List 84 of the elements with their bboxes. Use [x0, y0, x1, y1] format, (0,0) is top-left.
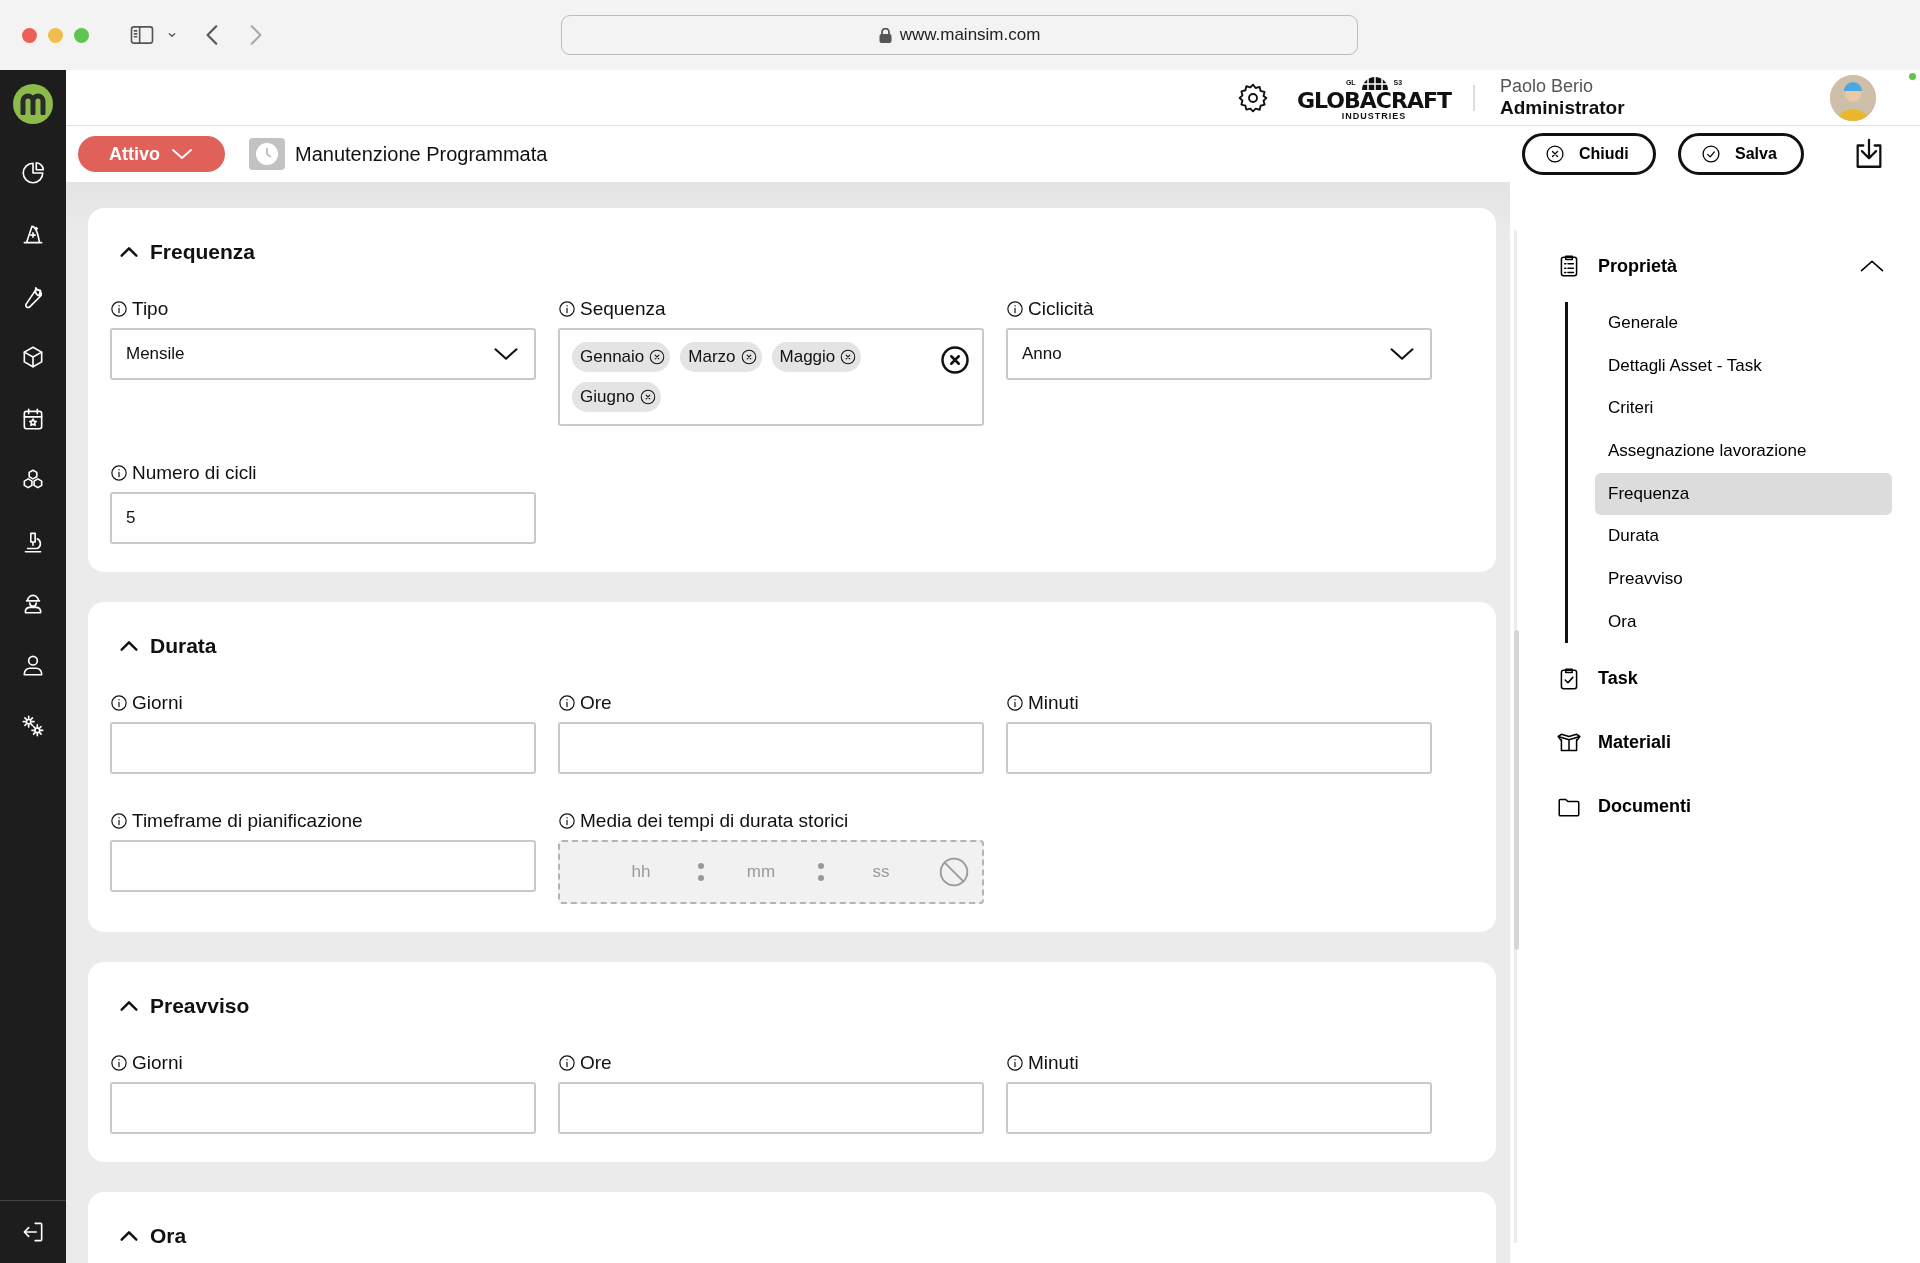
- nav-item[interactable]: Ora: [1595, 600, 1892, 643]
- field-label: Giorni: [132, 692, 183, 714]
- input-field[interactable]: [1006, 722, 1432, 774]
- check-circle-icon: [1701, 144, 1721, 164]
- nav-group[interactable]: Proprietà: [1531, 250, 1892, 282]
- month-tag[interactable]: Maggio: [771, 342, 862, 372]
- section-title[interactable]: Frequenza: [150, 240, 256, 264]
- nav-item[interactable]: Frequenza: [1595, 472, 1892, 515]
- status-dropdown[interactable]: Attivo: [78, 136, 225, 172]
- input-field[interactable]: [1006, 1082, 1432, 1134]
- online-indicator: [1909, 73, 1916, 80]
- section-title[interactable]: Ora: [150, 1224, 187, 1248]
- close-circle-icon: [1545, 144, 1565, 164]
- gears-icon: [20, 713, 46, 740]
- info-icon: [110, 300, 128, 318]
- info-icon: [558, 812, 576, 830]
- minimize-icon[interactable]: [48, 27, 63, 43]
- info-icon: [110, 812, 128, 830]
- nav-item[interactable]: Generale: [1595, 302, 1892, 344]
- info-icon: [1006, 300, 1024, 318]
- input-field[interactable]: [110, 722, 536, 774]
- info-icon: [1006, 694, 1024, 712]
- field-label: Media dei tempi di durata storici: [580, 810, 849, 832]
- avatar[interactable]: [1830, 74, 1876, 121]
- field-label: Numero di cicli: [132, 462, 257, 484]
- nav-item[interactable]: Criteri: [1595, 387, 1892, 430]
- month-tag[interactable]: Giugno: [572, 382, 661, 412]
- colon-icon: [698, 863, 704, 881]
- pie-chart-icon: [20, 159, 46, 186]
- nav-group[interactable]: Task: [1531, 662, 1892, 695]
- nav-group[interactable]: Documenti: [1531, 790, 1892, 823]
- nav-item[interactable]: Dettagli Asset - Task: [1595, 344, 1892, 387]
- nav-item[interactable]: Preavviso: [1595, 558, 1892, 601]
- section-title[interactable]: Preavviso: [150, 994, 250, 1018]
- input-field[interactable]: [558, 1082, 984, 1134]
- info-icon: [558, 300, 576, 318]
- remove-icon: [648, 348, 667, 366]
- field-label: Tipo: [132, 298, 169, 320]
- address-bar[interactable]: www.mainsim.com: [561, 15, 1358, 55]
- multi-select-field[interactable]: Gennaio Marzo Maggio Giugno: [558, 328, 984, 426]
- nav-item[interactable]: Assegnazione lavorazione: [1595, 430, 1892, 473]
- field-label: Ciclicità: [1028, 298, 1094, 320]
- close-button[interactable]: Chiudi: [1522, 133, 1656, 175]
- input-field[interactable]: [110, 1082, 536, 1134]
- record-title: Manutenzione Programmata: [295, 142, 549, 166]
- input-field[interactable]: 5: [110, 492, 536, 544]
- nav-group[interactable]: Materiali: [1531, 726, 1892, 759]
- save-button[interactable]: Salva: [1678, 133, 1804, 175]
- month-tag[interactable]: Marzo: [680, 342, 762, 372]
- field-label: Minuti: [1028, 692, 1079, 714]
- user-role: Administrator: [1500, 97, 1626, 119]
- scrollbar[interactable]: [1514, 630, 1519, 950]
- colon-icon: [818, 863, 824, 881]
- field-label: Timeframe di pianificazione: [132, 810, 363, 832]
- clock-icon: [249, 138, 285, 170]
- remove-icon: [739, 348, 758, 366]
- app-logo[interactable]: [13, 84, 53, 124]
- section-title[interactable]: Durata: [150, 634, 217, 658]
- field-label: Giorni: [132, 1052, 183, 1074]
- field-label: Minuti: [1028, 1052, 1079, 1074]
- info-icon: [110, 1054, 128, 1072]
- info-icon: [558, 1054, 576, 1072]
- dropdown[interactable]: Anno: [1006, 328, 1432, 380]
- user-name: Paolo Berio: [1500, 76, 1595, 97]
- close-window-icon[interactable]: [22, 27, 37, 43]
- info-icon: [558, 694, 576, 712]
- remove-icon: [638, 388, 657, 406]
- clear-icon: [940, 345, 970, 375]
- field-label: Ore: [580, 1052, 612, 1074]
- info-icon: [110, 464, 128, 482]
- maximize-icon[interactable]: [74, 27, 89, 43]
- settings-icon: [1237, 81, 1270, 114]
- lock-icon: [878, 27, 892, 43]
- field-label: Sequenza: [580, 298, 666, 320]
- dropdown[interactable]: Mensile: [110, 328, 536, 380]
- disabled-icon: [938, 856, 970, 888]
- month-tag[interactable]: Gennaio: [572, 342, 671, 372]
- remove-icon: [839, 348, 858, 366]
- info-icon: [1006, 1054, 1024, 1072]
- info-icon: [110, 694, 128, 712]
- input-field[interactable]: [558, 722, 984, 774]
- field-label: Ore: [580, 692, 612, 714]
- nav-item[interactable]: Durata: [1595, 515, 1892, 558]
- input-field[interactable]: [110, 840, 536, 892]
